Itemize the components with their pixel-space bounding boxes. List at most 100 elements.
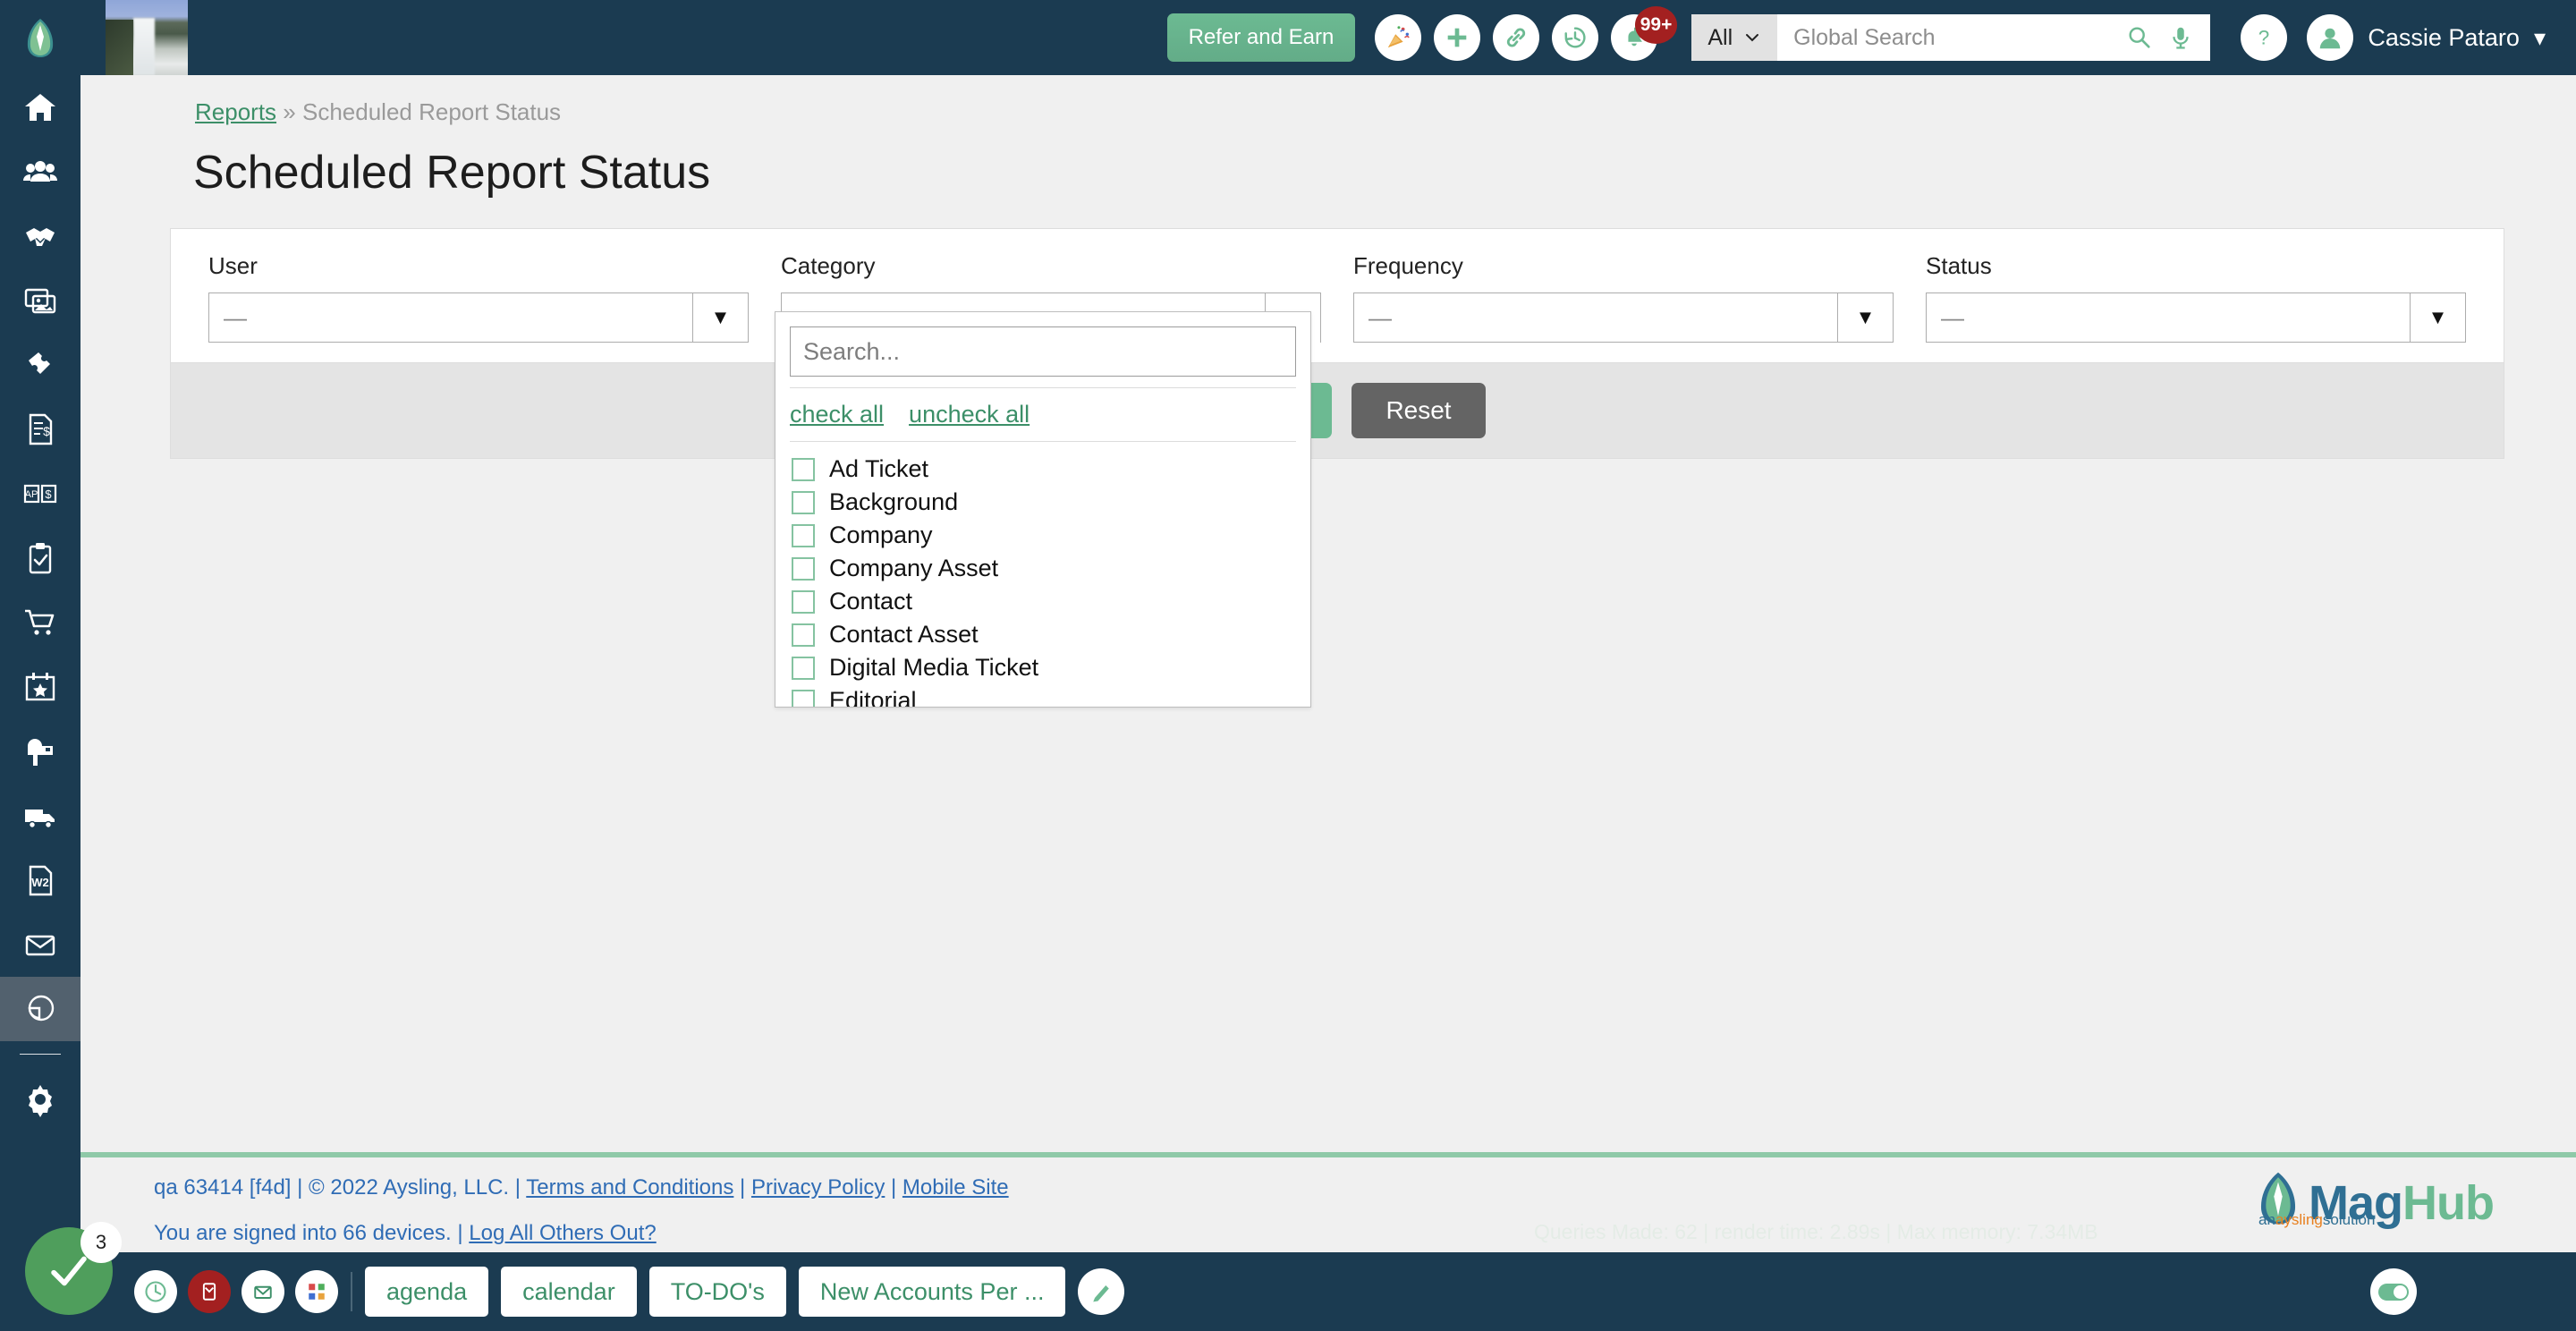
- mobile-site-link[interactable]: Mobile Site: [902, 1175, 1009, 1200]
- reset-button[interactable]: Reset: [1352, 383, 1486, 438]
- breadcrumb-link-reports[interactable]: Reports: [195, 98, 276, 125]
- list-item[interactable]: Company: [792, 519, 1310, 552]
- checkbox[interactable]: [792, 457, 815, 481]
- footer-legal-line: qa 63414 [f4d] | © 2022 Aysling, LLC. | …: [154, 1175, 1009, 1200]
- history-icon[interactable]: [1552, 14, 1599, 61]
- global-search-input[interactable]: [1777, 14, 2111, 61]
- aysling-logo[interactable]: [0, 0, 80, 75]
- avatar-icon: [2320, 28, 2341, 49]
- tagline-an: an: [2258, 1211, 2275, 1228]
- apps-icon[interactable]: [295, 1270, 338, 1313]
- taskbar-divider: [351, 1272, 352, 1311]
- user-menu[interactable]: Cassie Pataro ▾: [2307, 14, 2546, 61]
- pencil-icon[interactable]: [1078, 1268, 1125, 1315]
- taskbar-icon-group: [134, 1270, 338, 1313]
- footer-debug-stats: Queries Made: 62 | render time: 2.89s | …: [1534, 1220, 2098, 1243]
- frequency-select[interactable]: — ▼: [1353, 292, 1894, 343]
- tagline-aysling: aysling: [2275, 1211, 2323, 1228]
- mail-read-icon[interactable]: [242, 1270, 284, 1313]
- cart-icon: [25, 609, 55, 635]
- sidebar-item-billing[interactable]: $: [0, 397, 80, 462]
- sidebar-item-accounts-payable[interactable]: AP $: [0, 462, 80, 526]
- avatar: [2307, 14, 2354, 61]
- sidebar-item-events[interactable]: [0, 655, 80, 719]
- help-icon[interactable]: ?: [2241, 14, 2288, 61]
- checkbox[interactable]: [792, 656, 815, 680]
- taskbar-button-calendar[interactable]: calendar: [501, 1267, 637, 1317]
- terms-link[interactable]: Terms and Conditions: [526, 1175, 733, 1200]
- toggle-icon[interactable]: [2370, 1268, 2417, 1315]
- checkbox[interactable]: [792, 556, 815, 581]
- filter-status: Status — ▼: [1910, 252, 2482, 343]
- privacy-link[interactable]: Privacy Policy: [751, 1175, 885, 1200]
- chevron-down-icon: ▼: [1837, 293, 1893, 342]
- option-label: Ad Ticket: [829, 455, 929, 482]
- checkbox[interactable]: [792, 523, 815, 547]
- option-label: Digital Media Ticket: [829, 654, 1039, 681]
- filter-label-status: Status: [1926, 252, 1992, 279]
- toggle-switch[interactable]: [2378, 1283, 2409, 1301]
- mail-alert-icon[interactable]: [188, 1270, 231, 1313]
- filter-frequency: Frequency — ▼: [1337, 252, 1910, 343]
- plus-icon[interactable]: [1434, 14, 1481, 61]
- dropdown-option-list: Ad Ticket Background Company Company Ass…: [775, 442, 1310, 707]
- history-glyph: [1564, 27, 1586, 48]
- page-footer: qa 63414 [f4d] | © 2022 Aysling, LLC. | …: [80, 1152, 2576, 1252]
- sidebar-item-reports[interactable]: [0, 977, 80, 1041]
- checkbox[interactable]: [792, 589, 815, 614]
- sidebar-item-contacts[interactable]: [0, 140, 80, 204]
- link-icon[interactable]: [1493, 14, 1540, 61]
- dropdown-search-input[interactable]: [790, 326, 1296, 377]
- aysling-mark-icon: [27, 19, 54, 57]
- list-item[interactable]: Contact: [792, 585, 1310, 618]
- list-item[interactable]: Ad Ticket: [792, 453, 1310, 486]
- log-all-others-out-link[interactable]: Log All Others Out?: [469, 1221, 656, 1245]
- clock-icon[interactable]: [134, 1270, 177, 1313]
- taskbar-button-new-accounts[interactable]: New Accounts Per ...: [798, 1267, 1066, 1317]
- search-scope-select[interactable]: All: [1691, 14, 1778, 61]
- sidebar-item-home[interactable]: [0, 75, 80, 140]
- sidebar-item-tasks[interactable]: [0, 526, 80, 590]
- list-item[interactable]: Editorial: [792, 684, 1310, 707]
- list-item[interactable]: Background: [792, 486, 1310, 519]
- refer-and-earn-button[interactable]: Refer and Earn: [1166, 13, 1356, 62]
- taskbar-button-group: agenda calendar TO-DO's New Accounts Per…: [365, 1267, 1066, 1317]
- status-select[interactable]: — ▼: [1926, 292, 2466, 343]
- search-icon[interactable]: [2126, 24, 2153, 51]
- sidebar-item-distribution[interactable]: [0, 784, 80, 848]
- checkbox[interactable]: [792, 689, 815, 707]
- truck-icon: [25, 810, 55, 829]
- top-header: Refer and Earn 99+ All Global Search ? C…: [0, 0, 2576, 75]
- sidebar-item-orders[interactable]: [0, 590, 80, 655]
- microphone-icon[interactable]: [2167, 24, 2194, 51]
- footer-copyright: © 2022 Aysling, LLC.: [309, 1175, 510, 1200]
- checkbox[interactable]: [792, 490, 815, 514]
- uncheck-all-link[interactable]: uncheck all: [909, 401, 1030, 428]
- sidebar-item-media[interactable]: [0, 268, 80, 333]
- svg-text:W2: W2: [31, 876, 49, 889]
- link-glyph: [1507, 28, 1526, 47]
- user-select[interactable]: — ▼: [208, 292, 749, 343]
- header-photo-thumbnail[interactable]: [106, 0, 188, 75]
- taskbar-button-todos[interactable]: TO-DO's: [648, 1267, 786, 1317]
- checkbox[interactable]: [792, 623, 815, 647]
- frequency-select-value: —: [1368, 303, 1392, 331]
- sidebar-item-mailbox[interactable]: [0, 719, 80, 784]
- clipboard-check-icon: [29, 543, 52, 574]
- check-all-link[interactable]: check all: [790, 401, 884, 428]
- sidebar-item-tickets[interactable]: [0, 333, 80, 397]
- taskbar-button-agenda[interactable]: agenda: [365, 1267, 489, 1317]
- list-item[interactable]: Company Asset: [792, 552, 1310, 585]
- notifications-bell-icon[interactable]: 99+: [1611, 6, 1678, 61]
- list-item[interactable]: Digital Media Ticket: [792, 651, 1310, 684]
- sidebar-item-deals[interactable]: [0, 204, 80, 268]
- party-popper-icon[interactable]: [1375, 14, 1422, 61]
- mailbox-icon: [28, 739, 53, 766]
- sidebar-item-messages[interactable]: [0, 912, 80, 977]
- option-label: Contact Asset: [829, 621, 979, 648]
- sidebar-item-settings[interactable]: [0, 1067, 80, 1132]
- list-item[interactable]: Contact Asset: [792, 618, 1310, 651]
- task-complete-button[interactable]: 3: [25, 1222, 122, 1315]
- main-sidebar: $ AP $ W2: [0, 75, 80, 1331]
- sidebar-item-payroll[interactable]: W2: [0, 848, 80, 912]
